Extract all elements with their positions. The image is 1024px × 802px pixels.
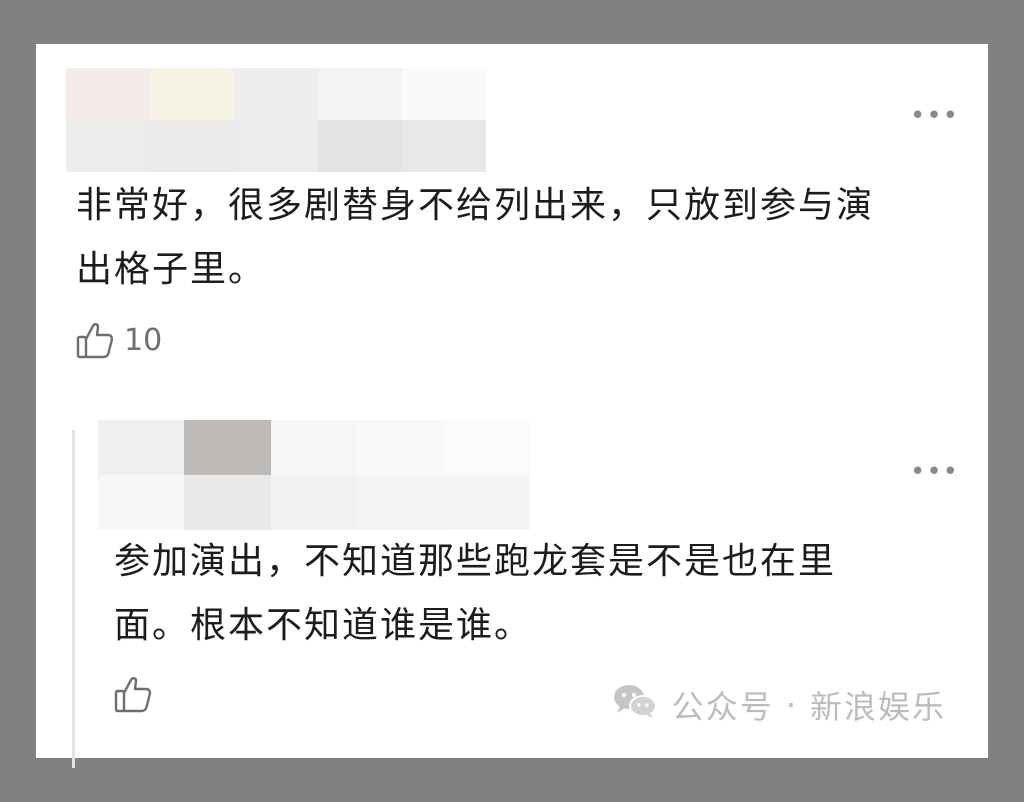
thumbs-up-icon: [114, 674, 152, 714]
more-dots-icon: •••: [910, 101, 960, 131]
watermark-separator: ·: [785, 686, 798, 724]
reply-text-line: 参加演出，不知道那些跑龙套是不是也在里: [114, 541, 837, 582]
wechat-icon: [612, 682, 658, 728]
watermark: 公众号 · 新浪娱乐: [612, 682, 946, 728]
watermark-source: 公众号: [671, 688, 774, 726]
more-options-button[interactable]: •••: [910, 103, 959, 129]
blurred-user-info: [66, 68, 486, 172]
reply-thread-line: [72, 430, 75, 768]
reply-text: 参加演出，不知道那些跑龙套是不是也在里 面。根本不知道谁是谁。: [114, 530, 836, 658]
like-button[interactable]: 10: [76, 320, 162, 360]
comment-text-line: 非常好，很多剧替身不给列出来，只放到参与演: [76, 185, 875, 226]
comment-text-line: 出格子里。: [76, 249, 267, 290]
more-options-button[interactable]: •••: [910, 459, 959, 485]
reply-text-line: 面。根本不知道谁是谁。: [114, 605, 533, 646]
like-count: 10: [124, 322, 163, 358]
more-dots-icon: •••: [910, 457, 960, 487]
comment-text: 非常好，很多剧替身不给列出来，只放到参与演 出格子里。: [76, 174, 874, 302]
like-button[interactable]: [114, 674, 152, 714]
watermark-account: 新浪娱乐: [809, 688, 946, 726]
comment-card: ••• 非常好，很多剧替身不给列出来，只放到参与演 出格子里。 10 ••• 参…: [36, 44, 988, 768]
thumbs-up-icon: [76, 320, 114, 360]
blurred-user-info: [98, 420, 530, 530]
